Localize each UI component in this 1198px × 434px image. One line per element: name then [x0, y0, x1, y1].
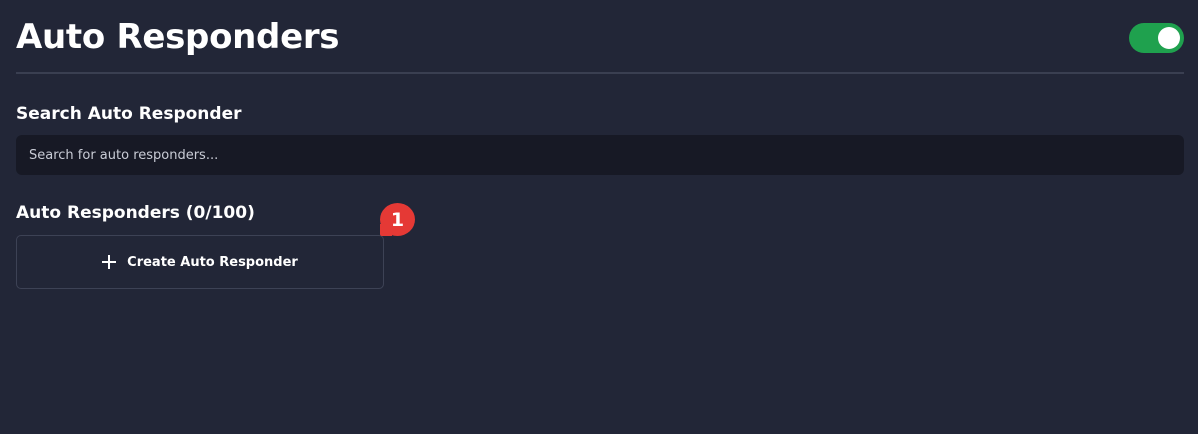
auto-responders-page: Auto Responders Search Auto Responder Au…: [0, 0, 1198, 434]
auto-responders-count-title: Auto Responders (0/100): [16, 203, 255, 223]
page-header: Auto Responders: [16, 0, 1184, 74]
page-title: Auto Responders: [16, 17, 340, 57]
plus-icon: [102, 255, 117, 269]
toggle-knob: [1158, 27, 1180, 49]
search-input[interactable]: [16, 135, 1184, 175]
search-label: Search Auto Responder: [16, 104, 242, 124]
create-auto-responder-button[interactable]: Create Auto Responder: [16, 235, 384, 289]
create-auto-responder-label: Create Auto Responder: [127, 254, 298, 270]
enable-toggle[interactable]: [1129, 23, 1184, 53]
notification-badge: 1: [380, 203, 415, 236]
notification-badge-count: 1: [390, 208, 405, 231]
